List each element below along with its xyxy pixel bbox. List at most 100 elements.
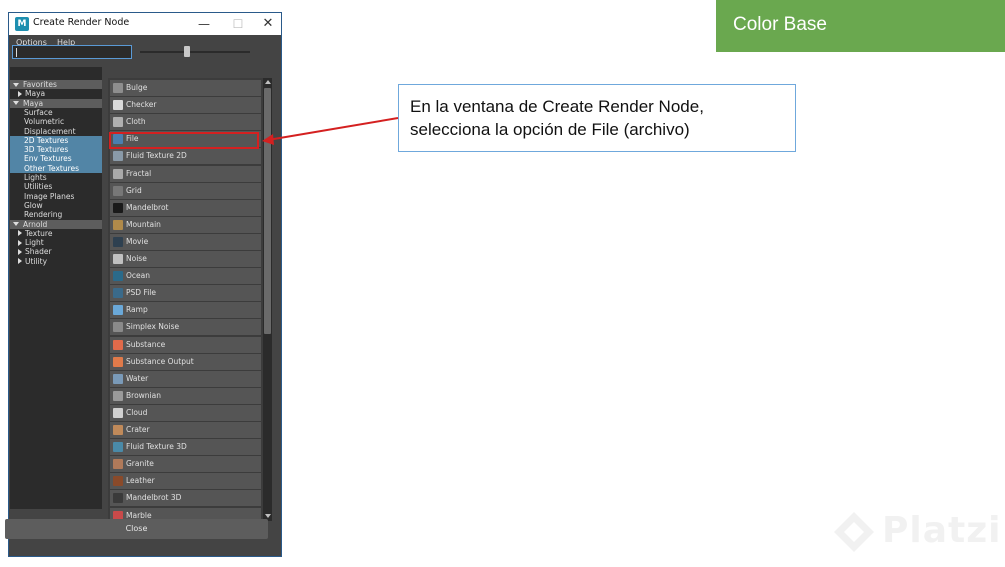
node-list-item[interactable]: Cloud [110,404,261,421]
tree-item[interactable]: Rendering [10,210,102,219]
tree-item-label: Arnold [23,219,48,229]
node-list-item[interactable]: Movie [110,233,261,250]
node-list-item[interactable]: Substance [110,336,261,353]
node-list-scrollbar[interactable] [263,78,272,521]
node-list-item[interactable]: Checker [110,97,261,114]
expand-down-icon[interactable] [13,101,19,106]
node-label: Brownian [126,390,161,400]
node-list-item[interactable]: Noise [110,251,261,267]
node-list-item[interactable]: Fluid Texture 3D [110,439,261,456]
node-label: Substance Output [126,356,194,366]
tree-item[interactable]: Surface [10,108,102,117]
node-list-item[interactable]: PSD File [110,285,261,302]
node-list-item[interactable]: Bulge [110,80,261,96]
node-label: Substance [126,339,166,349]
node-list-item[interactable]: Water [110,370,261,387]
node-list-item[interactable]: Mountain [110,216,261,233]
tree-item[interactable]: 3D Textures [10,145,102,155]
node-label: Fluid Texture 3D [126,442,187,452]
tree-item[interactable]: Utilities [10,182,102,191]
tree-item[interactable]: Maya [10,89,102,98]
window-title: Create Render Node [33,17,130,28]
close-button[interactable]: Close [5,519,268,539]
tree-item-label: Maya [23,98,44,108]
expand-down-icon[interactable] [13,82,19,87]
node-list-item[interactable]: Simplex Noise [110,319,261,336]
tree-item-label: Glow [24,200,43,210]
icon-size-slider[interactable] [140,51,250,53]
tree-item[interactable]: Glow [10,201,102,210]
node-list-item[interactable]: Substance Output [110,353,261,370]
tree-item-label: Shader [25,247,52,257]
slider-handle[interactable] [184,46,190,57]
tree-item[interactable]: Utility [10,257,102,266]
maya-app-icon: M [15,17,29,31]
platzi-logo-icon [834,512,874,552]
tree-item-label: 2D Textures [24,135,69,145]
node-label: Granite [126,459,154,469]
node-label: Ocean [126,271,150,281]
minimize-button[interactable]: — [193,15,215,33]
node-list-item[interactable]: Ocean [110,268,261,285]
expand-right-icon[interactable] [18,90,22,97]
tree-item[interactable]: Shader [10,247,102,256]
node-thumbnail-icon [113,425,123,435]
tree-item[interactable]: Light [10,238,102,247]
tree-item-label: Favorites [23,80,57,89]
tree-item[interactable]: Lights [10,173,102,182]
node-list-item[interactable]: Cloth [110,114,261,131]
node-thumbnail-icon [113,339,123,350]
node-list-item[interactable]: Leather [110,473,261,490]
node-thumbnail-icon [113,185,123,196]
node-list-item[interactable]: Granite [110,456,261,473]
node-thumbnail-icon [113,459,123,470]
search-input[interactable] [12,45,132,59]
tree-item[interactable]: Other Textures [10,163,102,173]
node-list-item[interactable]: Ramp [110,302,261,319]
node-list-item[interactable]: Crater [110,422,261,438]
node-thumbnail-icon [113,271,123,282]
node-label: Bulge [126,83,148,92]
tree-item[interactable]: Env Textures [10,154,102,164]
node-list-item[interactable]: Grid [110,182,261,199]
tree-item[interactable]: Volumetric [10,117,102,126]
node-label: Mandelbrot [126,202,169,212]
expand-right-icon[interactable] [18,258,22,265]
tree-section[interactable]: Arnold [10,219,102,229]
tree-item-label: Displacement [24,126,76,136]
node-label: Checker [126,100,157,110]
tree-item-label: Rendering [24,210,63,220]
title-bar[interactable]: M Create Render Node — ☐ ✕ [9,13,281,35]
tree-item[interactable]: Displacement [10,127,102,136]
expand-right-icon[interactable] [18,248,22,255]
tree-section[interactable]: Favorites [10,80,102,90]
node-list-item[interactable]: Fluid Texture 2D [110,148,261,165]
expand-down-icon[interactable] [13,222,19,226]
maximize-button[interactable]: ☐ [227,15,249,33]
tree-item-label: Other Textures [24,163,80,173]
close-icon[interactable]: ✕ [257,15,279,33]
expand-right-icon[interactable] [18,239,22,246]
node-thumbnail-icon [113,390,123,401]
node-thumbnail-icon [113,202,123,213]
tree-section[interactable]: Maya [10,98,102,108]
node-thumbnail-icon [113,407,123,418]
node-list-item[interactable]: Mandelbrot [110,199,261,216]
scroll-thumb[interactable] [264,88,271,334]
node-thumbnail-icon [113,83,123,93]
slide: M Create Render Node — ☐ ✕ Options Help … [0,0,1005,567]
scroll-down-icon[interactable] [265,514,271,518]
section-badge: Color Base [716,0,1005,52]
expand-right-icon[interactable] [18,230,22,237]
tree-item[interactable]: Texture [10,229,102,238]
callout-box: En la ventana de Create Render Node, sel… [398,84,796,152]
tree-item-label: Maya [25,89,46,99]
tree-item[interactable]: Image Planes [10,192,102,201]
node-label: Ramp [126,305,148,315]
scroll-up-icon[interactable] [265,80,271,84]
node-list-item[interactable]: Mandelbrot 3D [110,490,261,507]
node-label: Fluid Texture 2D [126,151,187,161]
tree-item[interactable]: 2D Textures [10,135,102,146]
node-list-item[interactable]: Brownian [110,387,261,404]
node-list-item[interactable]: Fractal [110,165,261,182]
